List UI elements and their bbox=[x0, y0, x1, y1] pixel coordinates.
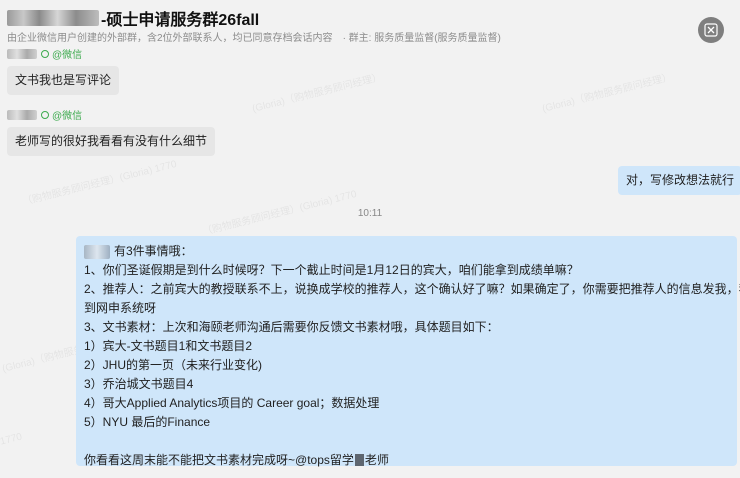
redacted-group-name bbox=[7, 10, 99, 26]
message-bubble-self[interactable]: 有3件事情哦： 1、你们圣诞假期是到什么时候呀？下一个截止时间是1月12日的宾大… bbox=[76, 236, 740, 467]
wechat-icon bbox=[41, 49, 49, 58]
message-bubble-self[interactable]: 对，写修改想法就行 bbox=[618, 166, 740, 195]
group-title: -硕士申请服务群26fall bbox=[101, 12, 260, 29]
message-closing: 你看看这周末能不能把文书素材完成呀~@tops留学 老师 bbox=[84, 451, 729, 470]
message-sender[interactable]: @微信 bbox=[7, 107, 82, 122]
message-line: 3、文书素材：上次和海颐老师沟通后需要你反馈文书素材哦，具体题目如下： bbox=[84, 320, 499, 334]
message-line: 3）乔治城文书题目4 bbox=[84, 377, 194, 391]
wechat-icon bbox=[41, 110, 49, 119]
message-line: 4）哥大Applied Analytics项目的 Career goal；数据处… bbox=[84, 396, 380, 410]
message-line: 到网申系统呀 bbox=[84, 301, 157, 315]
redacted-name bbox=[354, 454, 364, 466]
message-line: 2）JHU的第一页（未来行业变化) bbox=[84, 358, 263, 372]
redacted-sender-name bbox=[7, 48, 37, 59]
chat-subtitle: 由企业微信用户创建的外部群，含2位外部联系人，均已同意存档会话内容 · 群主: 服… bbox=[7, 29, 501, 44]
message-bubble[interactable]: 老师写的很好我看看有没有什么细节 bbox=[7, 127, 216, 156]
sender-tag: @微信 bbox=[52, 111, 83, 122]
redacted-sender-name bbox=[7, 109, 37, 120]
message-line: 1）宾大-文书题目1和文书题目2 bbox=[84, 339, 253, 353]
message-bubble[interactable]: 文书我也是写评论 bbox=[7, 66, 120, 95]
message-intro: 有3件事情哦： bbox=[84, 242, 729, 261]
message-line: 1、你们圣诞假期是到什么时候呀？下一个截止时间是1月12日的宾大，咱们能拿到成绩… bbox=[84, 263, 579, 277]
redacted-mention bbox=[84, 244, 110, 259]
watermark: （购物服务顾问经理）(Gloria) 1770 bbox=[21, 158, 178, 208]
close-button[interactable] bbox=[698, 17, 724, 43]
group-description: 由企业微信用户创建的外部群，含2位外部联系人，均已同意存档会话内容 bbox=[7, 33, 333, 44]
watermark: (Gloria)（购物服务顾问经理） bbox=[541, 71, 674, 115]
watermark: (Gloria)（购物服务顾问经理） bbox=[251, 71, 384, 115]
intro-text: 有3件事情哦： bbox=[114, 244, 193, 258]
message-list[interactable]: (Gloria)（购物服务顾问经理） (Gloria)（购物服务顾问经理） （购… bbox=[0, 44, 740, 478]
message-line: 5）NYU 最后的Finance bbox=[84, 415, 211, 429]
closing-text: 你看看这周末能不能把文书素材完成呀~@tops留学 bbox=[84, 453, 354, 467]
message-line: 2、推荐人：之前宾大的教授联系不上，说换成学校的推荐人，这个确认好了嘛？如果确定… bbox=[84, 282, 740, 296]
message-sender[interactable]: @微信 bbox=[7, 46, 82, 61]
message-timestamp: 10:11 bbox=[357, 208, 383, 219]
group-owner: · 群主: 服务质量监督(服务质量监督) bbox=[342, 33, 501, 44]
watermark: 1770 bbox=[0, 431, 24, 448]
close-icon bbox=[704, 23, 718, 37]
chat-title: -硕士申请服务群26fall bbox=[7, 6, 259, 30]
chat-header: -硕士申请服务群26fall 由企业微信用户创建的外部群，含2位外部联系人，均已… bbox=[0, 0, 740, 44]
closing-text: 老师 bbox=[364, 453, 389, 467]
sender-tag: @微信 bbox=[52, 50, 83, 61]
